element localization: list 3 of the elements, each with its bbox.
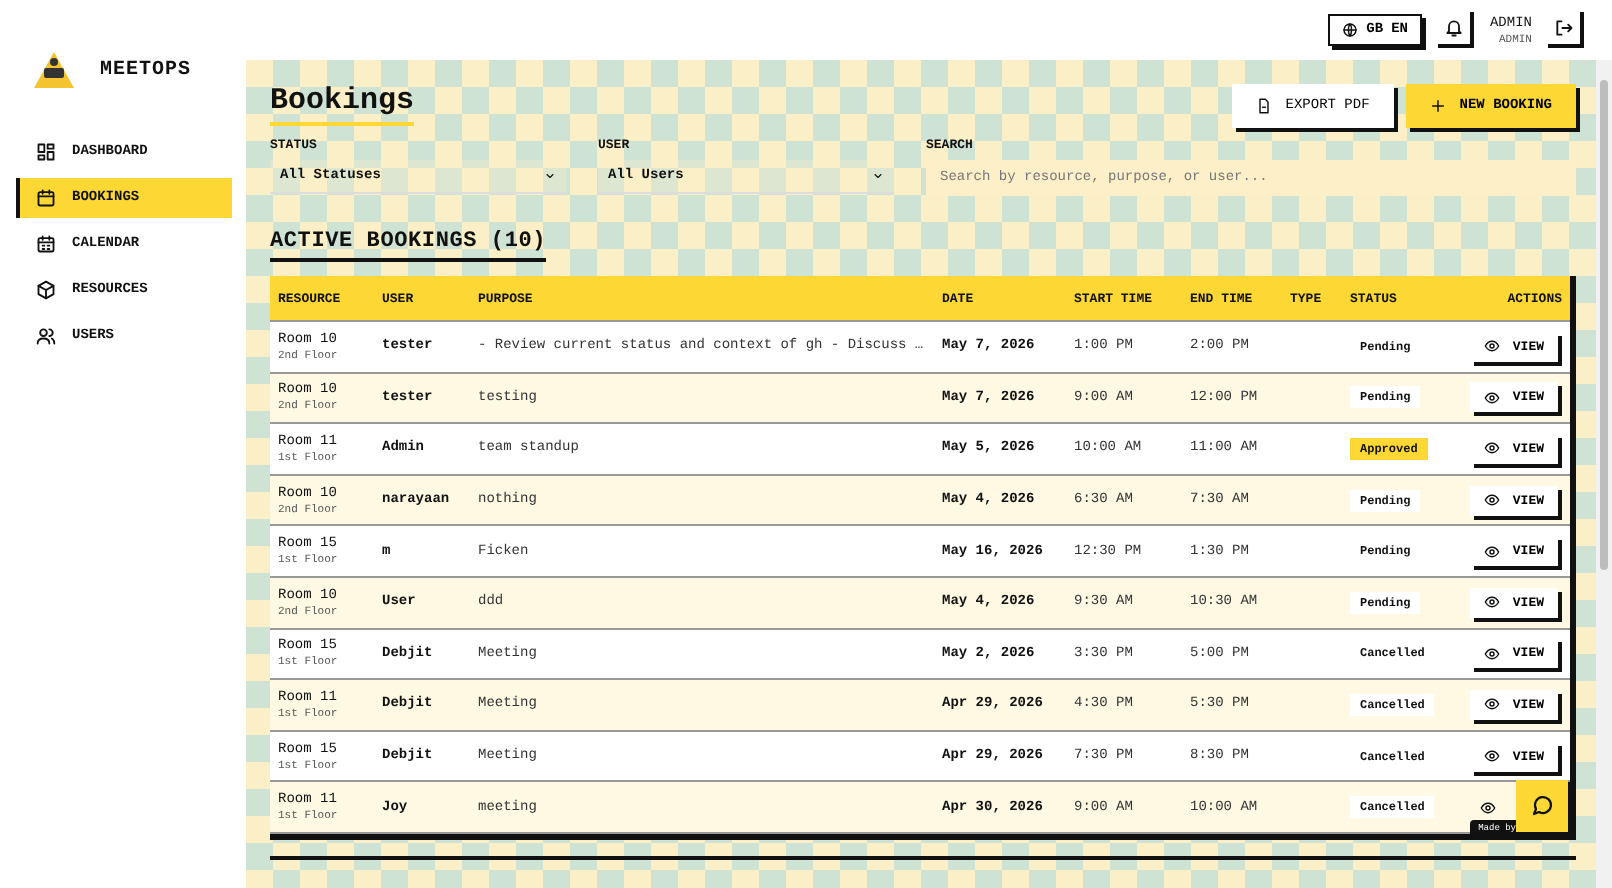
page-title: Bookings <box>270 84 415 126</box>
app-name: MEETOPS <box>100 59 192 81</box>
section-title: ACTIVE BOOKINGS (10) <box>270 230 547 262</box>
